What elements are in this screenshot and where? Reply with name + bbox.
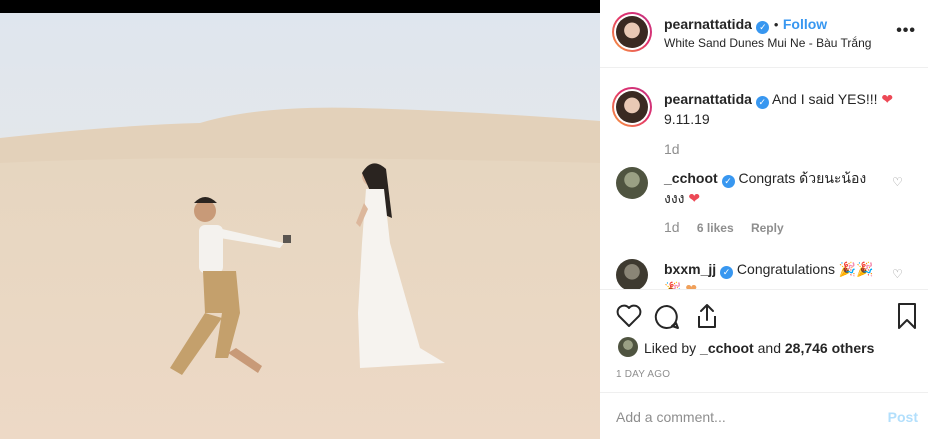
liked-by-prefix: Liked by [644,340,697,356]
caption-avatar[interactable] [612,87,652,127]
liked-by-and: and [757,340,781,356]
comment-bubble-icon[interactable] [654,304,680,330]
header-username[interactable]: pearnattatida [664,16,752,32]
location-link[interactable]: White Sand Dunes Mui Ne - Bàu Trắng [664,36,871,50]
post-comment-button[interactable]: Post [888,409,918,425]
liked-by-user[interactable]: _cchoot [700,340,754,356]
comment-meta: 1d 6 likes Reply [664,219,784,235]
post-panel: pearnattatida ✓ • Follow White Sand Dune… [600,0,928,439]
comment-body: Congratulations [736,261,835,277]
caption-username[interactable]: pearnattatida [664,91,752,107]
liked-by-line: Liked by _cchoot and 28,746 others [644,340,874,356]
comment-body: Congrats ด้วยนะน้อง [738,170,867,186]
like-comment-heart-icon[interactable]: ♡ [892,175,904,189]
post-photo[interactable] [0,13,600,439]
comment-avatar[interactable] [616,167,648,199]
like-heart-icon[interactable] [616,304,642,328]
add-comment-bar: Add a comment... Post [600,392,928,439]
verified-badge-icon: ✓ [756,21,770,34]
author-avatar[interactable] [612,12,652,52]
post-date[interactable]: 1 DAY AGO [616,369,670,380]
more-dots-icon[interactable]: ••• [896,22,916,40]
follow-button[interactable]: Follow [783,16,827,32]
like-comment-heart-icon[interactable]: ♡ [892,267,904,281]
party-popper-emoji-icon: 🎉 [664,281,682,289]
post-header: pearnattatida ✓ • Follow White Sand Dune… [600,0,928,68]
header-user-line: pearnattatida ✓ • Follow [664,16,827,34]
comment-avatar[interactable] [616,259,648,289]
comment-body-line2: งงง [664,190,685,206]
party-popper-emoji-icon: 🎉🎉 [838,261,874,277]
header-separator: • [773,17,779,32]
red-heart-emoji-icon: ❤ [881,91,894,107]
likes-count[interactable]: 28,746 others [785,340,875,356]
share-upload-icon[interactable] [695,302,719,330]
comment-username[interactable]: bxxm_jj [664,261,716,277]
save-bookmark-icon[interactable] [896,302,918,330]
reply-button[interactable]: Reply [751,221,784,235]
caption-time[interactable]: 1d [664,141,680,157]
caption-text: pearnattatida ✓ And I said YES!!! ❤ 9.11… [664,89,914,129]
comment-text: bxxm_jj ✓ Congratulations 🎉🎉 🎉 ❤ [664,259,884,289]
comments-list: pearnattatida ✓ And I said YES!!! ❤ 9.11… [600,69,928,289]
caption-date-line: 9.11.19 [664,111,710,127]
verified-badge-icon: ✓ [721,175,735,188]
comment-username[interactable]: _cchoot [664,170,718,186]
comment-time[interactable]: 1d [664,219,680,235]
comment-likes[interactable]: 6 likes [697,221,734,235]
comment-text: _cchoot ✓ Congrats ด้วยนะน้อง งงง ❤ [664,168,884,208]
verified-badge-icon: ✓ [755,96,769,109]
red-heart-emoji-icon: ❤ [688,190,701,206]
orange-heart-emoji-icon: ❤ [685,281,698,289]
comment-input[interactable]: Add a comment... [616,409,726,425]
verified-badge-icon: ✓ [720,266,734,279]
caption-body: And I said YES!!! [771,91,878,107]
post-actions: Liked by _cchoot and 28,746 others 1 DAY… [600,289,928,391]
liked-by-avatar[interactable] [618,337,638,357]
